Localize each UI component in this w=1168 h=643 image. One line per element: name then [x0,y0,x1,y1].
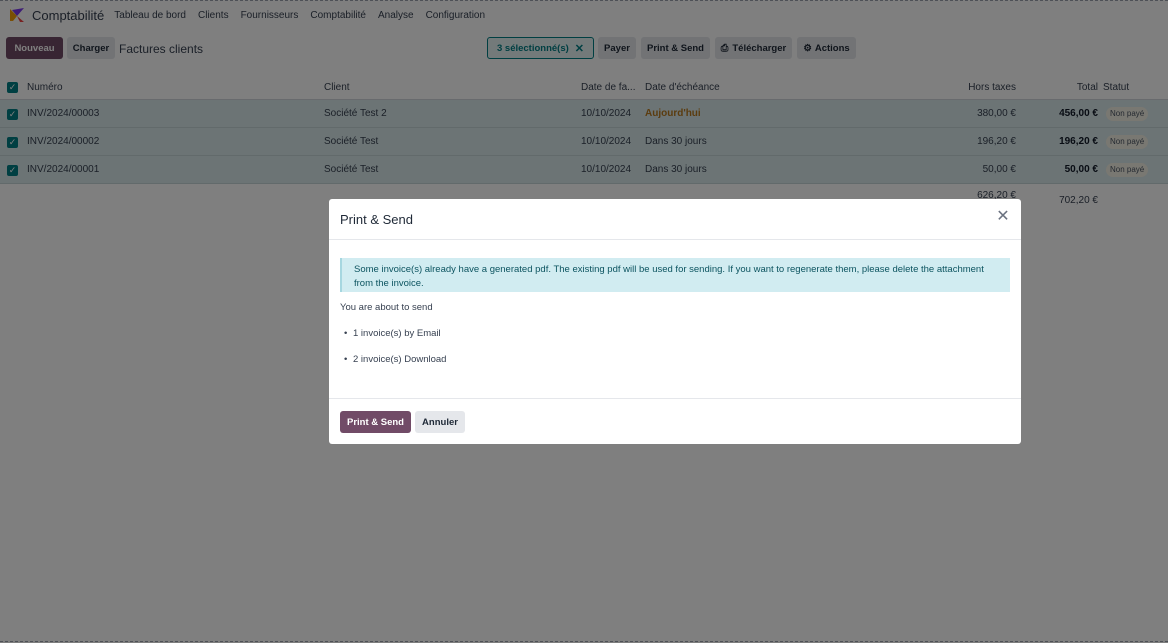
dialog-footer: Print & Send Annuler [329,398,1021,444]
send-item-email: 1 invoice(s) by Email [344,328,441,339]
alert-text-line2: from the invoice. [354,278,424,289]
close-icon[interactable]: ✕ [995,209,1011,225]
confirm-print-send-button[interactable]: Print & Send [340,411,411,433]
alert-text-line1: Some invoice(s) already have a generated… [354,264,984,275]
about-to-send-text: You are about to send [340,302,433,313]
print-send-dialog: Print & Send ✕ Some invoice(s) already h… [329,199,1021,444]
info-alert: Some invoice(s) already have a generated… [340,258,1010,292]
send-item-download: 2 invoice(s) Download [344,354,447,365]
dialog-title: Print & Send [340,212,413,227]
cancel-button[interactable]: Annuler [415,411,465,433]
dialog-header: Print & Send ✕ [329,199,1021,240]
